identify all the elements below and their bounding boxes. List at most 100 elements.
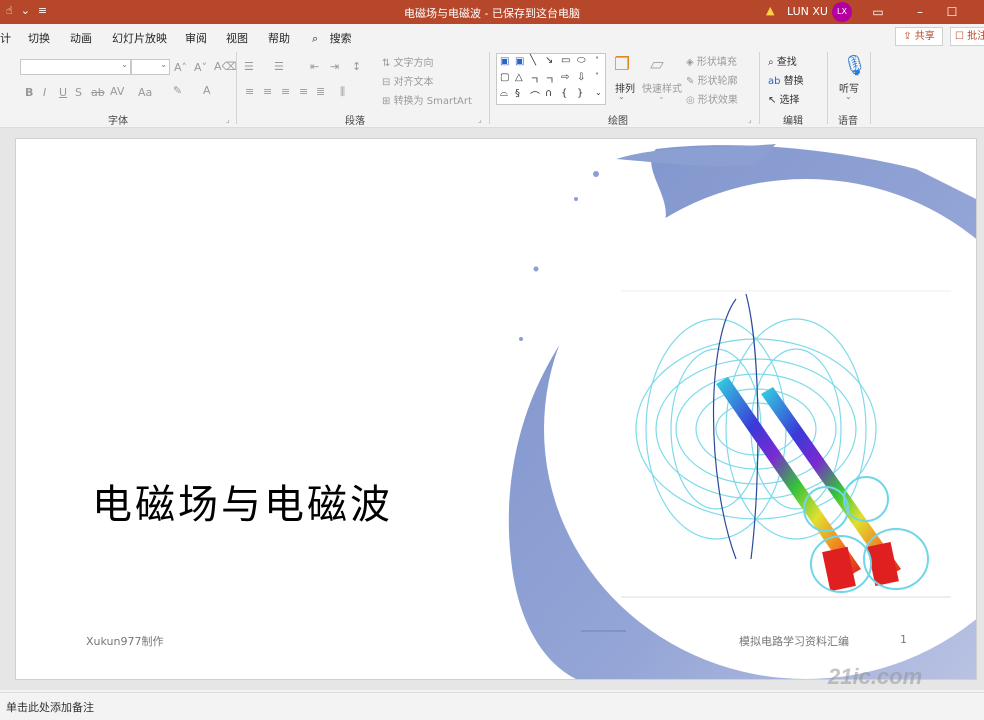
numbering-icon[interactable]: ☰: [274, 60, 284, 73]
comment-icon: ☐: [955, 31, 964, 42]
search-icon: ⌕: [768, 57, 777, 68]
line-shape-icon: ╲: [530, 55, 537, 66]
increase-font-icon[interactable]: A˄: [174, 61, 187, 74]
comment-button[interactable]: ☐ 批注: [950, 27, 984, 46]
chevron-down-icon[interactable]: ⌄: [21, 4, 30, 17]
columns-icon[interactable]: ⫼: [340, 85, 345, 99]
tab-transitions[interactable]: 切换: [28, 30, 50, 46]
arrange-icon[interactable]: ❐: [614, 54, 630, 75]
line-spacing-icon[interactable]: ↕: [352, 60, 361, 73]
tab-view[interactable]: 视图: [226, 30, 248, 46]
highlight-icon[interactable]: ✎: [173, 84, 182, 97]
text-direction-button[interactable]: ⇅ 文字方向: [382, 54, 434, 69]
tab-slideshow[interactable]: 幻灯片放映: [112, 30, 167, 46]
slide-title[interactable]: 电磁场与电磁波: [92, 472, 393, 530]
dialog-launcher-icon[interactable]: ⌟: [748, 115, 752, 124]
shape-fill-label: 形状填充: [696, 57, 737, 68]
replace-label: 替换: [783, 76, 804, 87]
underline-button[interactable]: U: [59, 86, 67, 99]
find-label: 查找: [776, 57, 797, 68]
text-box-icon: ▣: [500, 56, 510, 67]
ribbon-display-icon[interactable]: ▭: [858, 0, 898, 24]
title-bar: ☝ ⌄ ≡ 电磁场与电磁波 - 已保存到这台电脑 ▲ LUN XU LX ▭ –…: [0, 0, 984, 24]
quick-styles-icon[interactable]: ▱: [650, 54, 664, 75]
italic-button[interactable]: I: [43, 86, 46, 99]
align-right-icon[interactable]: ≡: [281, 85, 290, 98]
avatar[interactable]: LX: [832, 2, 852, 22]
search-box[interactable]: ⌕ 搜索: [312, 30, 352, 46]
divider: [489, 52, 490, 124]
tab-animations[interactable]: 动画: [70, 30, 92, 46]
shape-outline-button[interactable]: ✎ 形状轮廓: [686, 72, 738, 87]
slide-number[interactable]: 1: [900, 633, 907, 646]
tab-help[interactable]: 帮助: [268, 30, 290, 46]
decrease-indent-icon[interactable]: ⇤: [310, 60, 319, 73]
align-center-icon[interactable]: ≡: [263, 85, 272, 98]
font-name-field[interactable]: ⌄: [20, 59, 131, 75]
replace-button[interactable]: ab 替换: [768, 72, 804, 87]
strikethrough-button[interactable]: ab: [91, 86, 105, 99]
touch-mode-icon[interactable]: ☝: [6, 4, 13, 17]
tab-design[interactable]: 计: [0, 30, 11, 46]
shadow-button[interactable]: S: [75, 86, 82, 99]
font-color-icon[interactable]: A: [203, 84, 211, 97]
text-direction-icon: ⇅: [382, 58, 394, 69]
warning-icon[interactable]: ▲: [766, 4, 774, 17]
vertical-text-box-icon: ▣: [515, 56, 525, 67]
ink-ring-decoration: [508, 144, 976, 679]
bold-button[interactable]: B: [25, 86, 33, 99]
arrow-line-icon: ↘: [545, 55, 554, 66]
distribute-icon[interactable]: ≣: [316, 85, 325, 98]
decrease-font-icon[interactable]: A˅: [194, 61, 207, 74]
share-icon: ⇪: [903, 31, 912, 42]
down-arrow-shape-icon: ⇩: [577, 72, 586, 83]
bullets-icon[interactable]: ☰: [244, 60, 254, 73]
arc-icon: ⌒: [530, 92, 540, 103]
notes-placeholder[interactable]: 单击此处添加备注: [6, 699, 94, 715]
dialog-launcher-icon[interactable]: ⌟: [478, 115, 482, 124]
chevron-down-icon: ⌄: [658, 92, 665, 101]
rectangle-shape-icon: ▭: [561, 55, 571, 66]
tab-review[interactable]: 审阅: [185, 30, 207, 46]
shape-effects-label: 形状效果: [697, 95, 738, 106]
slide-canvas[interactable]: 电磁场与电磁波 Xukun977制作 模拟电路学习资料汇编 1: [16, 139, 976, 679]
pen-outline-icon: ✎: [686, 76, 698, 87]
customize-toolbar-icon[interactable]: ≡: [38, 4, 47, 17]
shape-outline-label: 形状轮廓: [697, 76, 738, 87]
maximize-button[interactable]: ☐: [932, 0, 972, 24]
align-text-icon: ⊟: [382, 77, 394, 88]
notes-pane[interactable]: 单击此处添加备注: [0, 692, 984, 720]
rounded-rect-icon: ▢: [500, 72, 510, 83]
shape-effects-button[interactable]: ◎ 形状效果: [686, 91, 738, 106]
chevron-down-icon: ⌄: [845, 92, 852, 101]
slide-footer-author[interactable]: Xukun977制作: [86, 633, 163, 649]
justify-icon[interactable]: ≡: [299, 85, 308, 98]
share-button[interactable]: ⇪ 共享: [895, 27, 943, 46]
select-button[interactable]: ↖ 选择: [768, 91, 800, 106]
triangle-shape-icon: △: [515, 72, 523, 83]
change-case-button[interactable]: Aa: [138, 86, 152, 99]
slide-footer-text[interactable]: 模拟电路学习资料汇编: [739, 633, 849, 649]
microphone-icon[interactable]: 🎙: [842, 53, 867, 77]
select-label: 选择: [779, 95, 800, 106]
shape-fill-button[interactable]: ◈ 形状填充: [686, 53, 737, 68]
font-size-field[interactable]: ⌄: [131, 59, 170, 75]
font-group-label: 字体: [108, 116, 128, 127]
scroll-up-icon: ˄: [595, 56, 599, 65]
char-spacing-button[interactable]: AV: [110, 85, 124, 98]
dialog-launcher-icon[interactable]: ⌟: [226, 115, 230, 124]
convert-smartart-button[interactable]: ⊞ 转换为 SmartArt: [382, 92, 472, 107]
expand-gallery-icon: ⌄: [595, 88, 602, 97]
curve-icon: ∩: [545, 88, 553, 99]
menu-bar: 计 切换 动画 幻灯片放映 审阅 视图 帮助 ⌕ 搜索: [0, 24, 984, 48]
user-name[interactable]: LUN XU: [787, 5, 828, 18]
increase-indent-icon[interactable]: ⇥: [330, 60, 339, 73]
align-text-button[interactable]: ⊟ 对齐文本: [382, 73, 434, 88]
shapes-gallery[interactable]: ▣ ▣ ╲ ↘ ▭ ⬭ ▢ △ ㄱ ㄱ ⇨ ⇩ ⌓ § ⌒ ∩ { } ˄ ˅ …: [496, 53, 606, 105]
find-button[interactable]: ⌕ 查找: [768, 53, 797, 68]
clear-format-icon[interactable]: A⌫: [214, 60, 237, 73]
freeform-icon: ⌓: [500, 88, 508, 99]
slide-editor: 电磁场与电磁波 Xukun977制作 模拟电路学习资料汇编 1: [0, 128, 984, 690]
align-left-icon[interactable]: ≡: [245, 85, 254, 98]
search-icon: ⌕: [312, 32, 319, 45]
